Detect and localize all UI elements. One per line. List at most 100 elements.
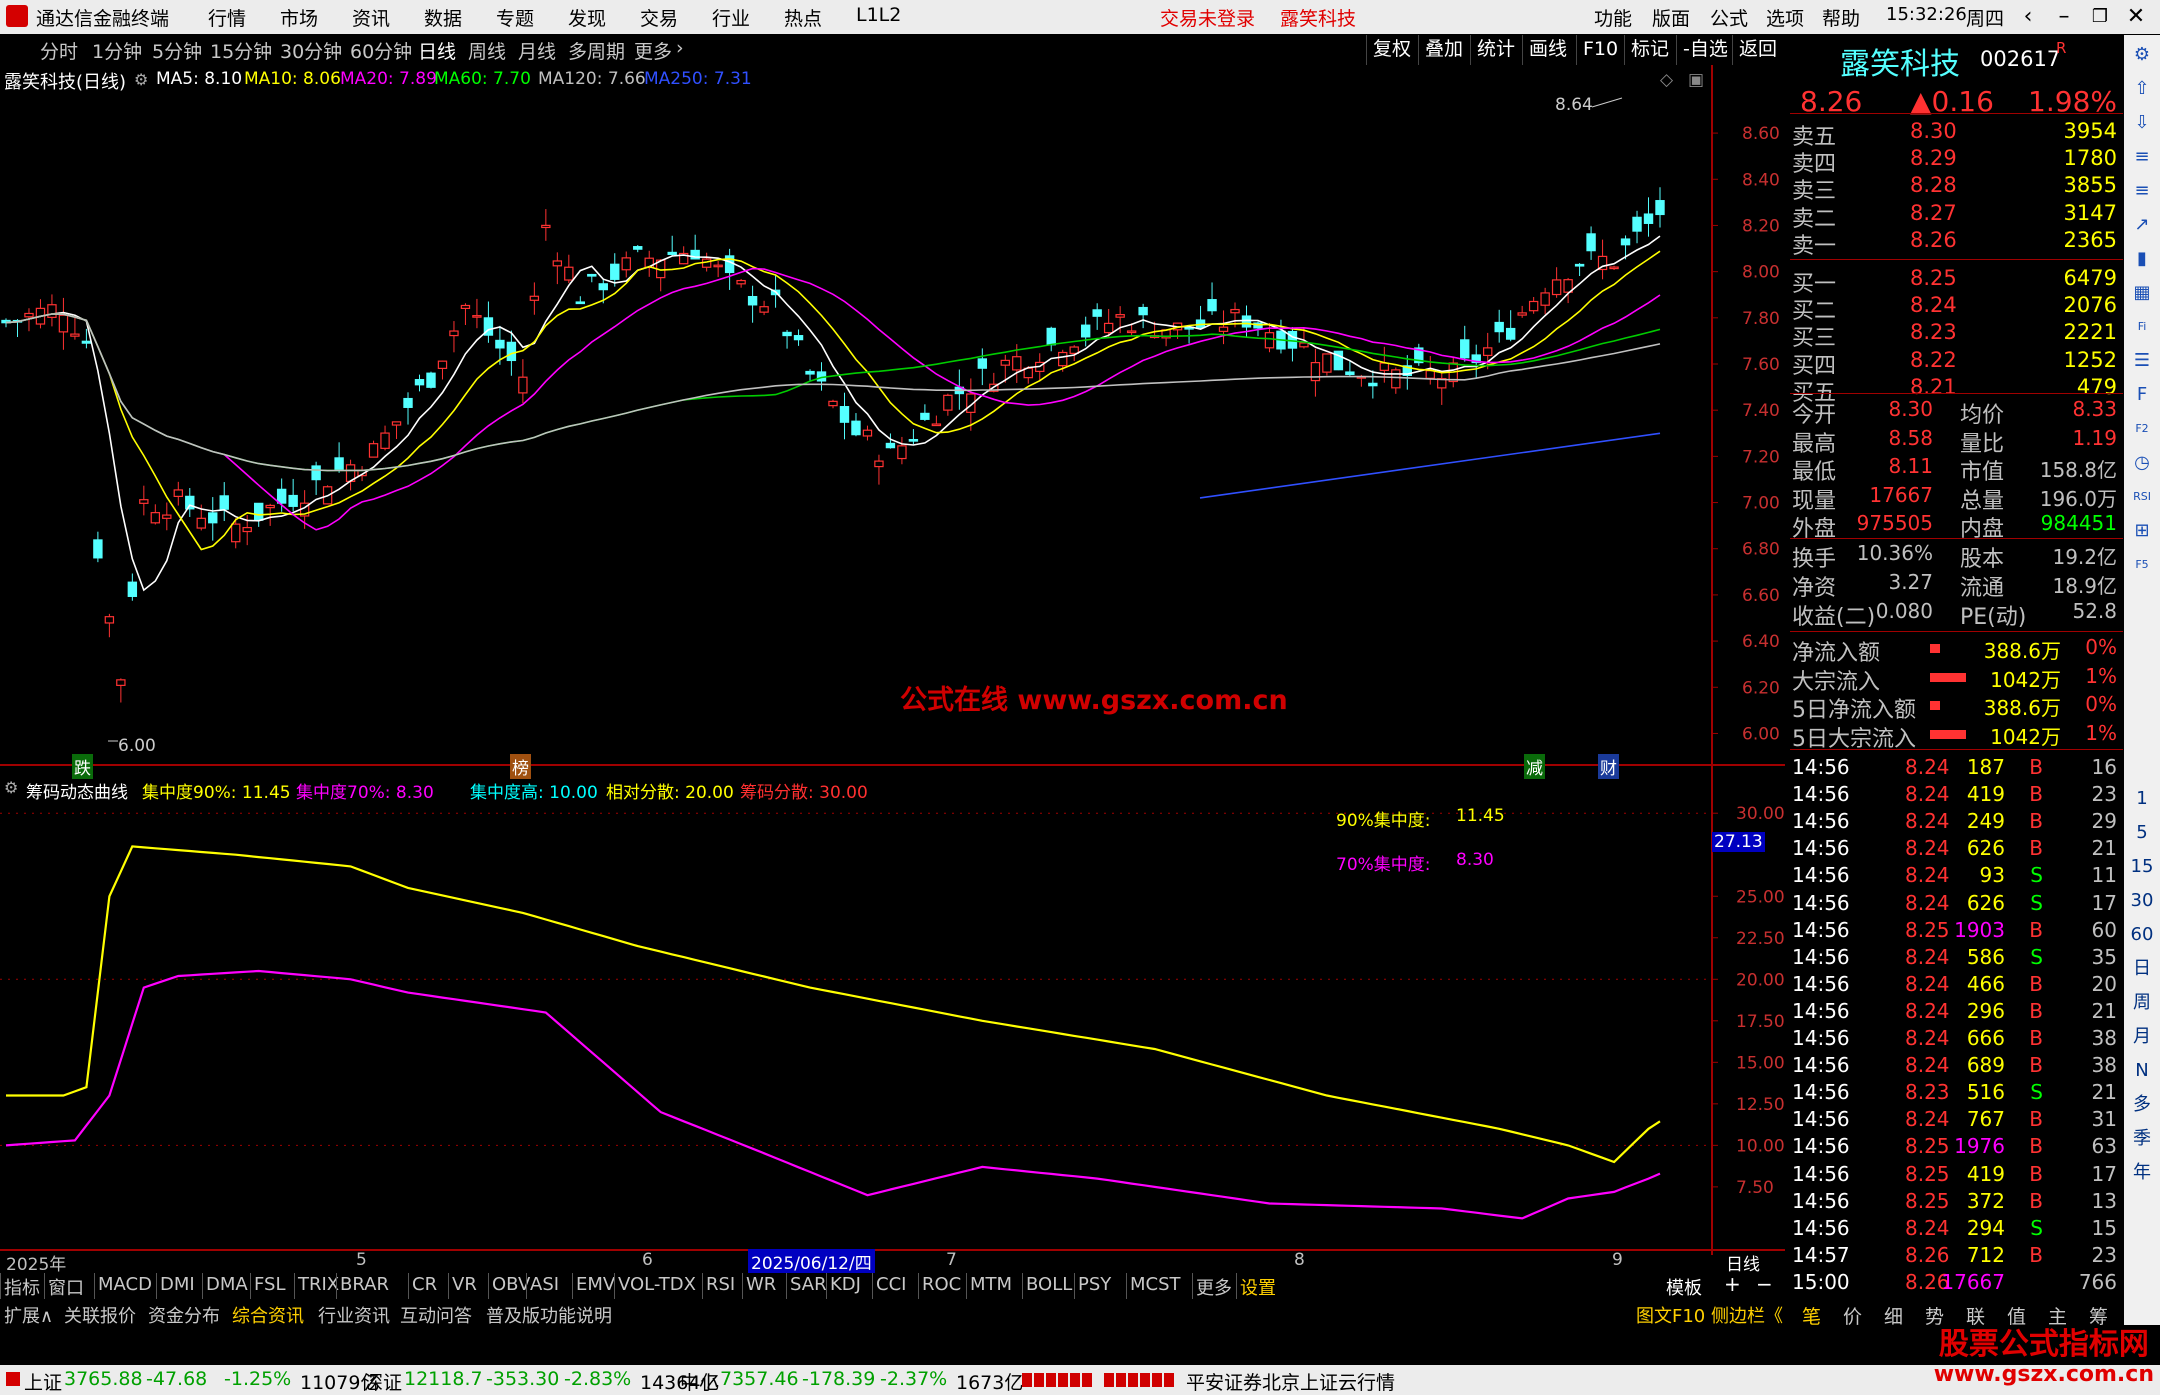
tool-button[interactable]: 返回 [1732,35,1783,65]
gear-icon[interactable]: ⚙ [2130,43,2154,67]
tool-button[interactable]: -自选 [1676,35,1734,65]
menu-market[interactable]: 市场 [280,4,318,31]
period-more[interactable]: 更多 [634,37,672,64]
sidebar-period[interactable]: 15 [2130,855,2154,879]
indicator-tab[interactable]: TRIX [298,1274,339,1295]
menu-function[interactable]: 功能 [1594,4,1632,31]
indicator-tab[interactable]: MTM [970,1274,1012,1295]
indicator-tab[interactable]: MACD [98,1274,152,1295]
sidebar-period[interactable]: 5 [2130,821,2154,845]
window-toggle-icon[interactable]: ▣ [1688,70,1704,90]
indicator-tab[interactable]: 更多 [1196,1274,1232,1300]
indicator-tab[interactable]: 设置 [1240,1274,1276,1300]
indicator-tab[interactable]: CR [412,1274,437,1295]
menu-options[interactable]: 选项 [1766,4,1804,31]
extension-tab[interactable]: 综合资讯 [232,1302,304,1328]
index-name[interactable]: 深证 [364,1368,402,1395]
indicator-tab[interactable]: ASI [530,1274,559,1295]
period-tab[interactable]: 30分钟 [280,37,342,64]
indicator-tab[interactable]: CCI [876,1274,906,1295]
fi-icon[interactable]: Fi [2130,315,2154,339]
up-arrow-icon[interactable]: ⇧ [2130,77,2154,101]
news-icon[interactable]: ☰ [2130,349,2154,373]
quote-tab[interactable]: 势 [1925,1302,1944,1329]
tool-button[interactable]: 叠加 [1418,35,1469,65]
indicator-tab[interactable]: OBV [492,1274,530,1295]
menu-trade[interactable]: 交易 [640,4,678,31]
marker-fall[interactable]: 跌 [72,754,93,779]
extension-tab[interactable]: 关联报价 [64,1302,136,1328]
quote-tab[interactable]: 价 [1843,1302,1862,1329]
indicator-tab[interactable]: BRAR [340,1274,389,1295]
menu-data[interactable]: 数据 [424,4,462,31]
period-tab[interactable]: 多周期 [568,37,625,64]
f10-sidebar-toggle[interactable]: 图文F10 侧边栏《 [1636,1302,1783,1328]
marker-reduce[interactable]: 减 [1524,754,1545,779]
tool-button[interactable]: 标记 [1624,35,1675,65]
tool-button[interactable]: 复权 [1366,35,1417,65]
period-tab[interactable]: 月线 [518,37,556,64]
menu-help[interactable]: 帮助 [1822,4,1860,31]
clock-icon[interactable]: ◷ [2130,451,2154,475]
menu-layout[interactable]: 版面 [1652,4,1690,31]
indicator-tab[interactable]: VR [452,1274,477,1295]
indicator-tab[interactable]: DMI [160,1274,195,1295]
down-arrow-icon[interactable]: ⇩ [2130,111,2154,135]
grid-icon[interactable]: ▦ [2130,281,2154,305]
indicator-tab[interactable]: DMA [206,1274,248,1295]
indicator-tab[interactable]: SAR [790,1274,827,1295]
sidebar-period[interactable]: N [2130,1059,2154,1083]
indicator-tab[interactable]: MCST [1130,1274,1181,1295]
sidebar-period[interactable]: 日 [2130,957,2154,981]
sidebar-period[interactable]: 季 [2130,1127,2154,1151]
indicator-tab[interactable]: PSY [1078,1274,1111,1295]
menu-quotes[interactable]: 行情 [208,4,246,31]
back-icon[interactable]: ‹ [2010,2,2046,32]
sidebar-period[interactable]: 多 [2130,1093,2154,1117]
login-status[interactable]: 交易未登录 [1160,4,1255,31]
minimize-icon[interactable]: – [2046,2,2082,32]
tool-button[interactable]: 画线 [1522,35,1573,65]
period-tab[interactable]: 60分钟 [350,37,412,64]
quote-tab[interactable]: 筹 [2089,1302,2108,1329]
period-tab-selected[interactable]: 日线 [418,37,456,64]
marker-finance[interactable]: 财 [1598,754,1619,779]
kline-chart-area[interactable]: 8.60 8.40 8.20 8.00 7.80 7.60 7.40 7.20 7.00 6.80… [0,65,1785,1255]
period-tab[interactable]: 15分钟 [210,37,272,64]
sidebar-period[interactable]: 月 [2130,1025,2154,1049]
diamond-icon[interactable]: ◇ [1660,70,1673,90]
quote-tab[interactable]: 主 [2048,1302,2067,1329]
settings-icon[interactable]: ⚙ [134,70,148,89]
chart-icon[interactable]: ↗ [2130,213,2154,237]
extension-tab[interactable]: 资金分布 [148,1302,220,1328]
indicator-tab[interactable]: WR [746,1274,776,1295]
quote-tab[interactable]: 笔 [1802,1302,1821,1329]
close-icon[interactable]: ✕ [2118,2,2154,32]
menu-industry[interactable]: 行业 [712,4,750,31]
extension-tab[interactable]: 扩展∧ [4,1302,53,1328]
period-tab[interactable]: 分时 [40,37,78,64]
minus-icon[interactable]: − [1756,1272,1773,1296]
period-tab[interactable]: 周线 [468,37,506,64]
f5-icon[interactable]: F5 [2130,553,2154,577]
tool-button[interactable]: 统计 [1470,35,1521,65]
settings-icon[interactable]: ⚙ [4,778,18,797]
rsi-icon[interactable]: RSI [2130,485,2154,509]
period-tab[interactable]: 1分钟 [92,37,142,64]
extension-tab[interactable]: 普及版功能说明 [486,1302,612,1328]
extension-tab[interactable]: 互动问答 [400,1302,472,1328]
period-tab[interactable]: 5分钟 [152,37,202,64]
indicator-tab[interactable]: ROC [922,1274,961,1295]
indicator-tab[interactable]: 指标 [4,1274,40,1300]
candle-icon[interactable]: ▮ [2130,247,2154,271]
indicator-tab[interactable]: BOLL [1026,1274,1072,1295]
indicator-tab[interactable]: KDJ [830,1274,861,1295]
menu-hot[interactable]: 热点 [784,4,822,31]
extension-tab[interactable]: 行业资讯 [318,1302,390,1328]
chevron-right-icon[interactable]: › [676,37,684,59]
sq-icon[interactable]: ⊞ [2130,519,2154,543]
indicator-tab[interactable]: 窗口 [48,1274,84,1300]
sidebar-period[interactable]: 60 [2130,923,2154,947]
tool-button[interactable]: F10 [1576,35,1624,65]
indicator-tab[interactable]: EMV [576,1274,615,1295]
